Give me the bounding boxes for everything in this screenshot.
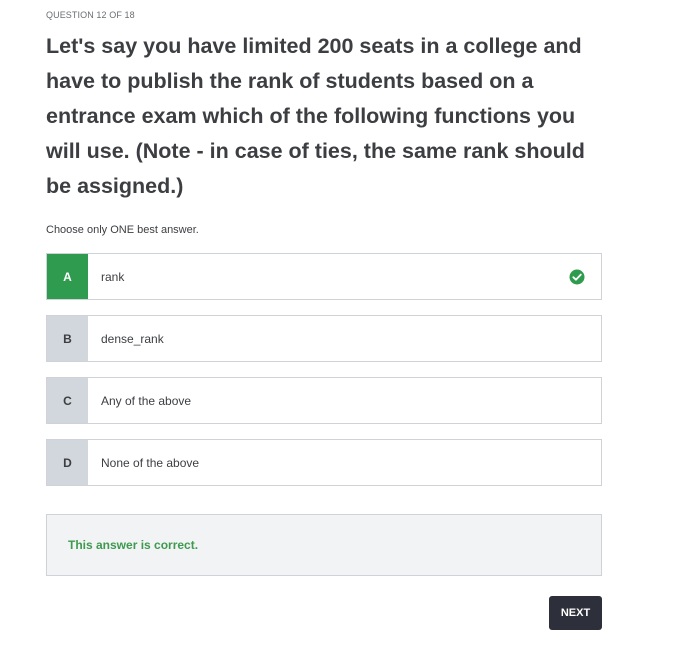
answer-instruction: Choose only ONE best answer.: [46, 224, 199, 236]
question-text: Let's say you have limited 200 seats in …: [46, 34, 585, 198]
option-letter: C: [47, 378, 88, 423]
question-counter: QUESTION 12 OF 18: [46, 10, 135, 20]
option-letter: D: [47, 440, 88, 485]
option-text: rank: [101, 269, 125, 284]
option-text: dense_rank: [101, 331, 164, 346]
answer-option-c[interactable]: C Any of the above: [46, 377, 602, 424]
answer-options: A rank B dense_rank C Any of the above D…: [46, 253, 602, 501]
feedback-message: This answer is correct.: [68, 538, 199, 552]
next-button[interactable]: NEXT: [549, 596, 602, 630]
option-text: Any of the above: [101, 393, 192, 408]
answer-option-d[interactable]: D None of the above: [46, 439, 602, 486]
answer-option-b[interactable]: B dense_rank: [46, 315, 602, 362]
feedback-panel: This answer is correct.: [46, 514, 602, 576]
option-letter: A: [47, 254, 88, 299]
check-circle-icon: [569, 269, 585, 284]
option-letter: B: [47, 316, 88, 361]
answer-option-a[interactable]: A rank: [46, 253, 602, 300]
option-text: None of the above: [101, 455, 200, 470]
